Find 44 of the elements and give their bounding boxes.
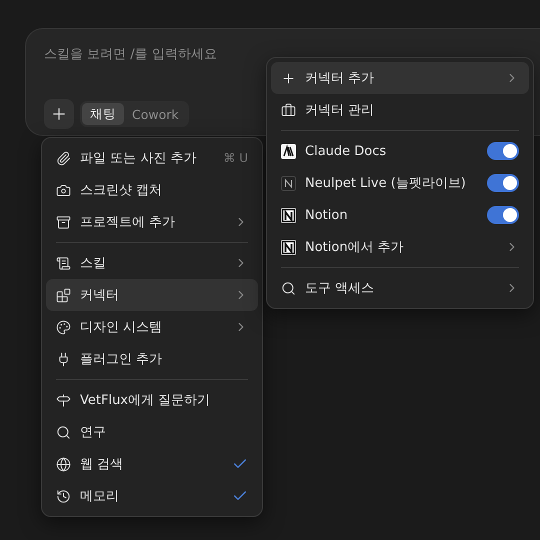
scroll-icon [56, 256, 71, 270]
menu-item[interactable]: Neulpet Live (늘펫라이브) [271, 167, 529, 199]
mode-tab[interactable]: Cowork [124, 103, 187, 125]
menu-item[interactable]: 스킬 [46, 247, 258, 279]
plus-icon [281, 70, 296, 86]
plus-icon [50, 105, 68, 123]
mode-tab[interactable]: 채팅 [82, 103, 124, 125]
shortcut-text: ⌘ U [223, 151, 248, 165]
menu-item[interactable]: 스크린샷 캡처 [46, 174, 258, 206]
menu-item[interactable]: Notion [271, 199, 529, 231]
menu-item[interactable]: 연구 [46, 416, 258, 448]
history-icon [56, 488, 71, 504]
notion-logo-icon [281, 208, 296, 222]
menu-item[interactable]: 플러그인 추가 [46, 343, 258, 375]
logo-icon [281, 176, 296, 190]
menu-item[interactable]: 파일 또는 사진 추가 ⌘ U [46, 142, 258, 174]
toggle-switch[interactable] [487, 174, 519, 192]
prompt-field[interactable]: 스킬을 보려면 /를 입력하세요 [44, 47, 344, 62]
menu-item[interactable]: 커넥터 [46, 279, 258, 311]
signpost-icon [56, 392, 71, 408]
box-icon [56, 214, 71, 230]
toggle-switch[interactable] [487, 142, 519, 160]
globe-icon [56, 456, 71, 472]
menu-item[interactable]: 도구 액세스 [271, 272, 529, 304]
briefcase-icon [281, 102, 296, 118]
logo-icon [281, 144, 296, 158]
menu-item[interactable]: 프로젝트에 추가 [46, 206, 258, 238]
palette-icon [56, 320, 71, 334]
menu-item[interactable]: 디자인 시스템 [46, 311, 258, 343]
camera-icon [56, 182, 71, 198]
menu-item[interactable]: VetFlux에게 질문하기 [46, 384, 258, 416]
menu-item[interactable]: 커넥터 관리 [271, 94, 529, 126]
add-button[interactable] [44, 99, 74, 129]
toggle-switch[interactable] [487, 206, 519, 224]
search-icon [281, 280, 296, 296]
menu-item[interactable]: 웹 검색 [46, 448, 258, 480]
menu-item[interactable]: 메모리 [46, 480, 258, 512]
notion-logo-icon [281, 240, 296, 254]
menu-item[interactable]: Notion에서 추가 [271, 231, 529, 263]
menu-item[interactable]: Claude Docs [271, 135, 529, 167]
paperclip-icon [56, 150, 71, 166]
blocks-icon [56, 288, 71, 302]
magnifier-icon [56, 424, 71, 440]
menu-item[interactable]: 커넥터 추가 [271, 62, 529, 94]
